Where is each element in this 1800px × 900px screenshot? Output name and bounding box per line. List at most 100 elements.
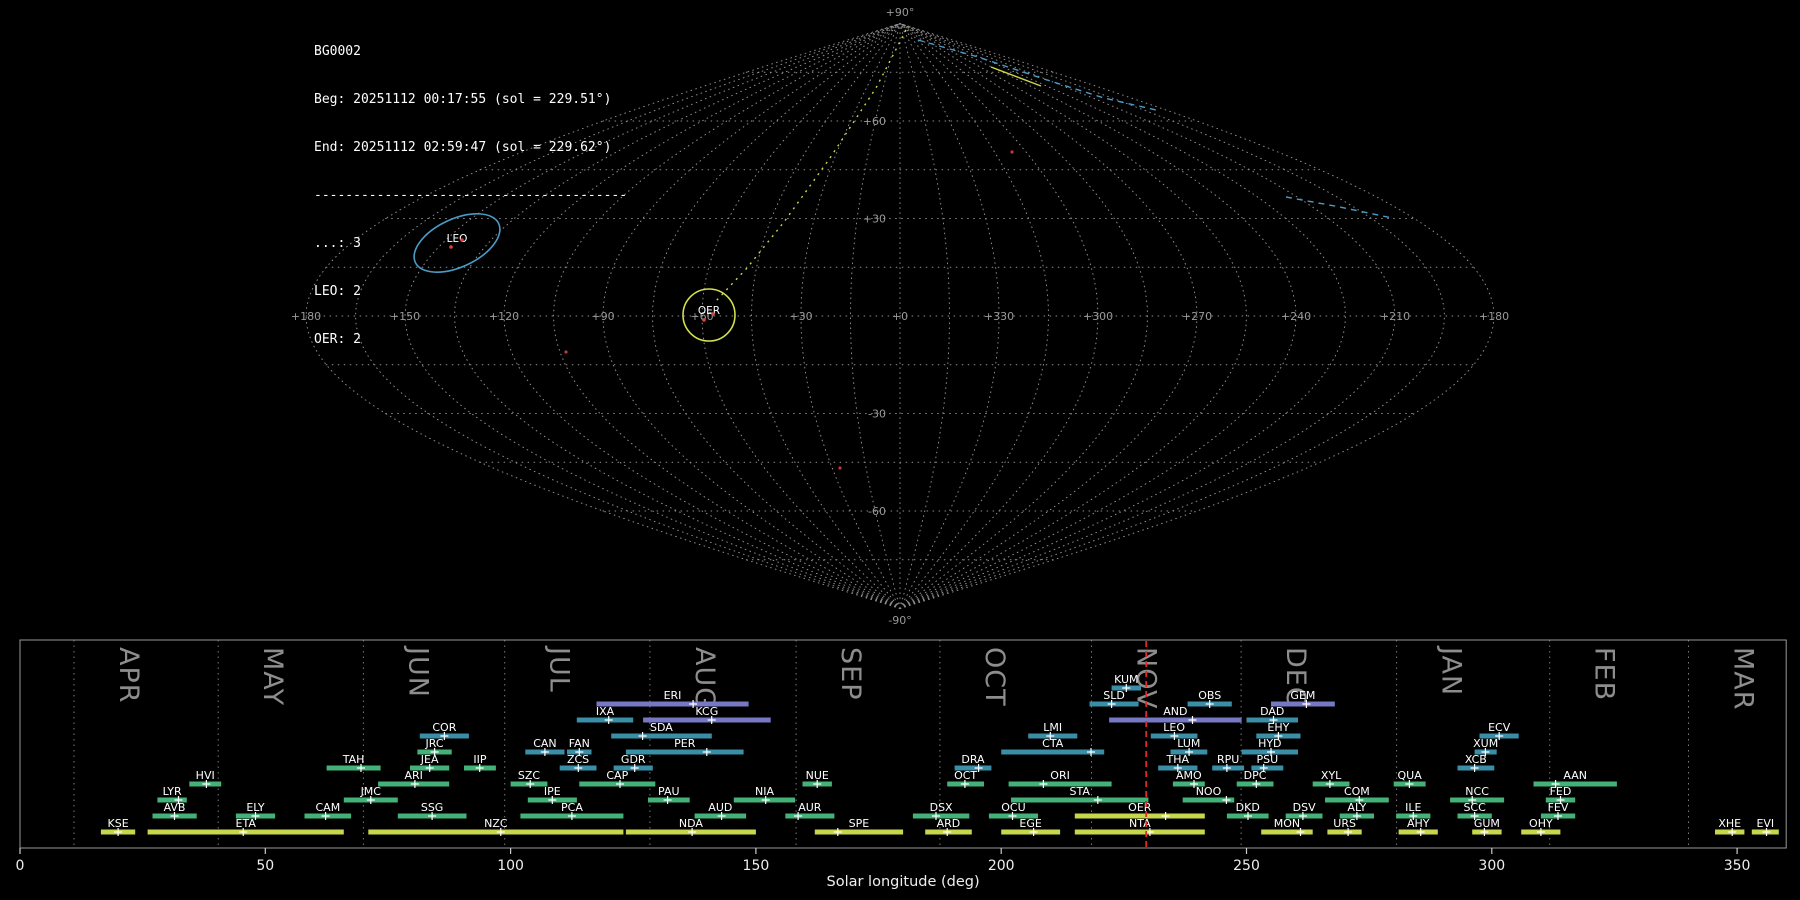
- shower-label-nta: NTA: [1129, 817, 1151, 830]
- month-label-may: MAY: [257, 647, 288, 706]
- month-label-oct: OCT: [979, 647, 1010, 707]
- shower-label-and: AND: [1163, 705, 1187, 718]
- shower-label-ile: ILE: [1405, 801, 1421, 814]
- shower-label-amo: AMO: [1176, 769, 1202, 782]
- shower-label-jea: JEA: [420, 753, 439, 766]
- radiant-label-oer: OER: [698, 305, 720, 317]
- shower-label-zcs: ZCS: [567, 753, 589, 766]
- shower-label-xum: XUM: [1473, 737, 1498, 750]
- shower-label-dsx: DSX: [930, 801, 953, 814]
- shower-label-oer: OER: [1128, 801, 1152, 814]
- shower-label-dpc: DPC: [1244, 769, 1267, 782]
- shower-label-tah: TAH: [342, 753, 365, 766]
- shower-label-rpu: RPU: [1217, 753, 1239, 766]
- shower-label-ori: ORI: [1050, 769, 1070, 782]
- shower-label-tha: THA: [1166, 753, 1190, 766]
- lat-label: -30: [868, 408, 886, 421]
- shower-label-fan: FAN: [569, 737, 590, 750]
- month-label-feb: FEB: [1589, 647, 1620, 701]
- shower-bar-sda: [611, 734, 712, 739]
- peak-marker-and: [1189, 716, 1197, 724]
- shower-label-dkd: DKD: [1236, 801, 1260, 814]
- shower-label-qua: QUA: [1398, 769, 1423, 782]
- x-axis-title: Solar longitude (deg): [827, 874, 980, 890]
- x-tick-label: 150: [743, 858, 770, 874]
- month-label-jan: JAN: [1436, 645, 1467, 696]
- count-sporadic: ...: 3: [314, 236, 627, 252]
- session-begin: Beg: 20251112 00:17:55 (sol = 229.51°): [314, 92, 627, 108]
- lon-label: +240: [1281, 310, 1311, 323]
- shower-label-sld: SLD: [1103, 689, 1125, 702]
- shower-label-lyr: LYR: [163, 785, 182, 798]
- x-tick-label: 350: [1724, 858, 1751, 874]
- x-tick-label: 0: [16, 858, 25, 874]
- shower-label-lum: LUM: [1177, 737, 1200, 750]
- shower-label-nda: NDA: [679, 817, 704, 830]
- shower-label-ohy: OHY: [1529, 817, 1553, 830]
- galactic-dashed-line-2: [1286, 197, 1392, 218]
- month-label-sep: SEP: [835, 647, 866, 700]
- shower-label-ahy: AHY: [1407, 817, 1430, 830]
- shower-label-jmc: JMC: [360, 785, 382, 798]
- shower-label-xyl: XYL: [1321, 769, 1342, 782]
- shower-bar-spe: [815, 830, 903, 835]
- meteor-dot: [702, 318, 706, 322]
- shower-label-ard: ARD: [937, 817, 961, 830]
- x-tick-label: 300: [1478, 858, 1505, 874]
- shower-label-evi: EVI: [1756, 817, 1774, 830]
- shower-label-cap: CAP: [606, 769, 628, 782]
- month-label-mar: MAR: [1728, 647, 1759, 711]
- shower-label-gem: GEM: [1290, 689, 1315, 702]
- shower-label-szc: SZC: [518, 769, 541, 782]
- shower-label-hvi: HVI: [196, 769, 215, 782]
- shower-label-can: CAN: [533, 737, 556, 750]
- peak-marker-ori: [1039, 780, 1047, 788]
- lon-label: +180: [1479, 310, 1509, 323]
- peak-marker-spe: [834, 828, 842, 836]
- galactic-dashed-line: [918, 40, 1156, 110]
- shower-label-com: COM: [1344, 785, 1370, 798]
- shower-label-pau: PAU: [658, 785, 680, 798]
- shower-label-ocu: OCU: [1001, 801, 1025, 814]
- lat-label: +30: [863, 213, 886, 226]
- month-label-aug: AUG: [689, 647, 720, 709]
- separator-line: ----------------------------------------: [314, 188, 627, 204]
- x-tick-label: 50: [256, 858, 274, 874]
- shower-label-mon: MON: [1274, 817, 1300, 830]
- shower-label-nzc: NZC: [484, 817, 508, 830]
- shower-label-ecv: ECV: [1488, 721, 1511, 734]
- lon-label: +300: [1083, 310, 1113, 323]
- sporadic-meteor-dot: [1010, 150, 1013, 153]
- shower-label-gdr: GDR: [621, 753, 646, 766]
- shower-label-aur: AUR: [798, 801, 822, 814]
- peak-marker-oer: [1162, 812, 1170, 820]
- shower-label-ehy: EHY: [1267, 721, 1289, 734]
- shower-label-eri: ERI: [664, 689, 682, 702]
- shower-bar-mon: [1261, 830, 1313, 835]
- shower-label-lmi: LMI: [1043, 721, 1062, 734]
- session-info: BG0002 Beg: 20251112 00:17:55 (sol = 229…: [314, 12, 627, 380]
- shower-label-ssg: SSG: [421, 801, 444, 814]
- shower-label-kse: KSE: [108, 817, 129, 830]
- x-tick-label: 200: [988, 858, 1015, 874]
- pole-label-north: +90°: [886, 6, 915, 19]
- shower-label-aly: ALY: [1347, 801, 1366, 814]
- lon-label: +210: [1380, 310, 1410, 323]
- shower-label-hyd: HYD: [1258, 737, 1281, 750]
- shower-label-cta: CTA: [1042, 737, 1064, 750]
- lon-label: +330: [984, 310, 1014, 323]
- shower-bar-eri: [597, 702, 749, 707]
- shower-label-gum: GUM: [1474, 817, 1500, 830]
- shower-label-aan: AAN: [1563, 769, 1587, 782]
- shower-bar-nta: [1075, 830, 1205, 835]
- lon-label: +30: [789, 310, 812, 323]
- shower-label-jrc: JRC: [425, 737, 444, 750]
- count-leo: LEO: 2: [314, 284, 627, 300]
- shower-label-ixa: IXA: [596, 705, 615, 718]
- shower-label-cor: COR: [432, 721, 456, 734]
- shower-bar-tah: [327, 766, 381, 771]
- shower-label-aud: AUD: [708, 801, 732, 814]
- shower-label-noo: NOO: [1196, 785, 1222, 798]
- shower-label-kum: KUM: [1114, 673, 1138, 686]
- shower-label-psu: PSU: [1257, 753, 1279, 766]
